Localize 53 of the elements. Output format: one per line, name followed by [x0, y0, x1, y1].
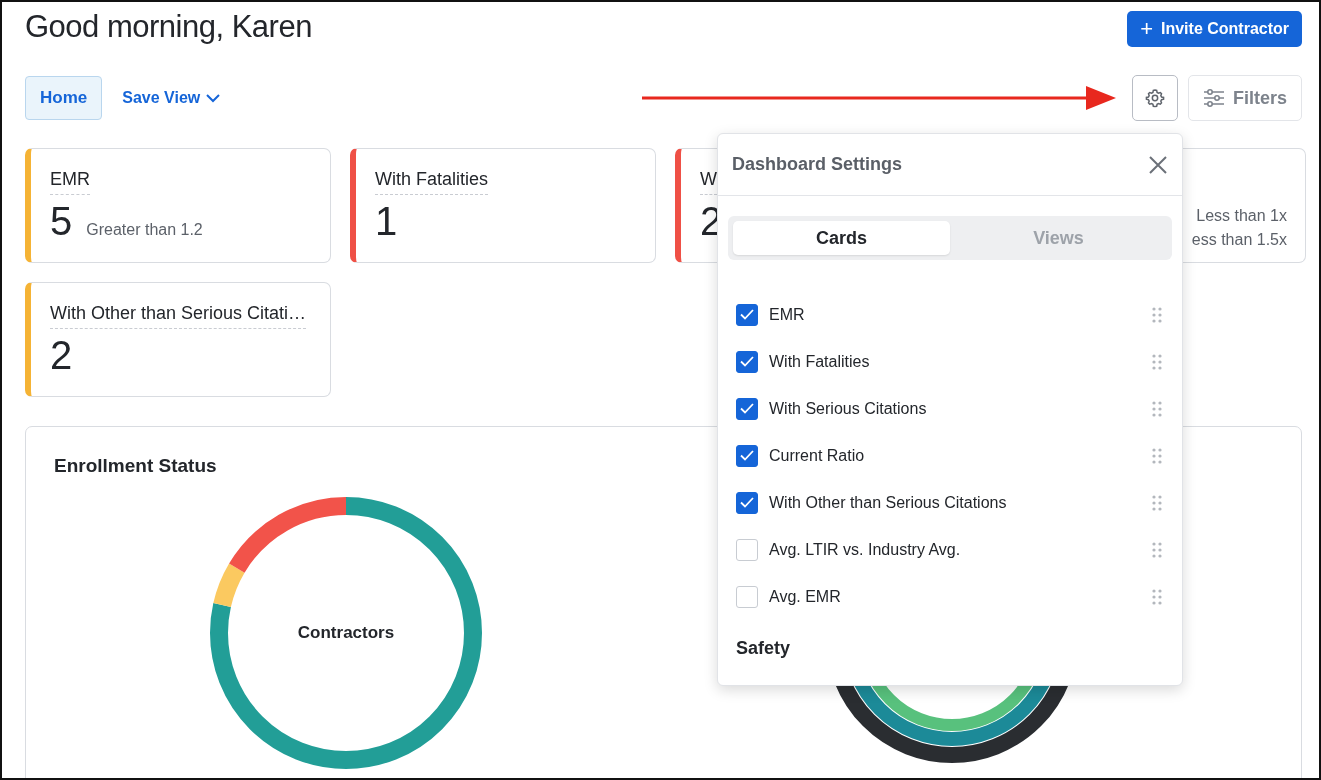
drag-handle-icon[interactable]: [1152, 494, 1162, 511]
card-value: 1: [375, 201, 398, 241]
save-view-dropdown[interactable]: Save View: [116, 88, 227, 108]
card-value: 2: [50, 335, 73, 375]
settings-tab[interactable]: Cards: [733, 221, 950, 255]
drag-handle-icon[interactable]: [1152, 353, 1162, 370]
greeting-title: Good morning, Karen: [25, 9, 312, 45]
settings-button[interactable]: [1131, 75, 1178, 121]
chevron-down-icon: [206, 93, 221, 103]
card-title: With Fatalities: [375, 169, 489, 195]
plus-icon: +: [1140, 18, 1153, 40]
checkbox-label: Avg. EMR: [769, 587, 841, 606]
sliders-icon: [1202, 88, 1225, 108]
drag-handle-icon[interactable]: [1152, 400, 1162, 417]
view-tab[interactable]: Home: [25, 76, 103, 120]
invite-contractor-button[interactable]: + Invite Contractor: [1127, 11, 1302, 47]
checkbox[interactable]: [736, 303, 758, 326]
card-note: ess than 1.5x: [1191, 231, 1287, 249]
check-icon: [740, 309, 754, 320]
checkbox-label: With Other than Serious Citations: [769, 493, 1007, 512]
card-title: EMR: [50, 169, 90, 195]
settings-icon: [1144, 88, 1165, 108]
metric-card[interactable]: With Fatalities 1: [350, 148, 656, 263]
donut-center-label: Contractors: [296, 623, 396, 643]
check-icon: [740, 450, 754, 461]
card-value: 5: [50, 201, 73, 241]
drag-handle-icon[interactable]: [1152, 541, 1162, 558]
close-icon: [1148, 154, 1168, 175]
card-note: Greater than 1.2: [86, 221, 203, 239]
metric-card[interactable]: With Other than Serious Citati… 2: [25, 282, 331, 397]
checkbox-label: With Fatalities: [769, 352, 870, 371]
panel-title: Enrollment Status: [54, 455, 217, 477]
checkbox-label: With Serious Citations: [769, 399, 927, 418]
metric-card[interactable]: EMR 5 Greater than 1.2: [25, 148, 331, 263]
checkbox[interactable]: [736, 397, 758, 420]
checkbox[interactable]: [736, 444, 758, 467]
popover-title: Dashboard Settings: [732, 154, 903, 175]
drag-handle-icon[interactable]: [1152, 588, 1162, 605]
drag-handle-icon[interactable]: [1152, 306, 1162, 323]
checkbox-label: Avg. LTIR vs. Industry Avg.: [769, 540, 961, 559]
close-button[interactable]: [1148, 154, 1168, 175]
section-heading: Safety: [735, 637, 792, 659]
card-note: Less than 1x: [1196, 207, 1287, 225]
checkbox[interactable]: [736, 350, 758, 373]
check-icon: [740, 497, 754, 508]
checkbox[interactable]: [736, 491, 758, 514]
check-icon: [740, 403, 754, 414]
card-title: With Other than Serious Citati…: [50, 303, 307, 329]
filters-button[interactable]: Filters: [1187, 75, 1302, 121]
checkbox-label: EMR: [769, 305, 805, 324]
drag-handle-icon[interactable]: [1152, 447, 1162, 464]
checkbox-label: Current Ratio: [769, 446, 865, 465]
check-icon: [740, 356, 754, 367]
